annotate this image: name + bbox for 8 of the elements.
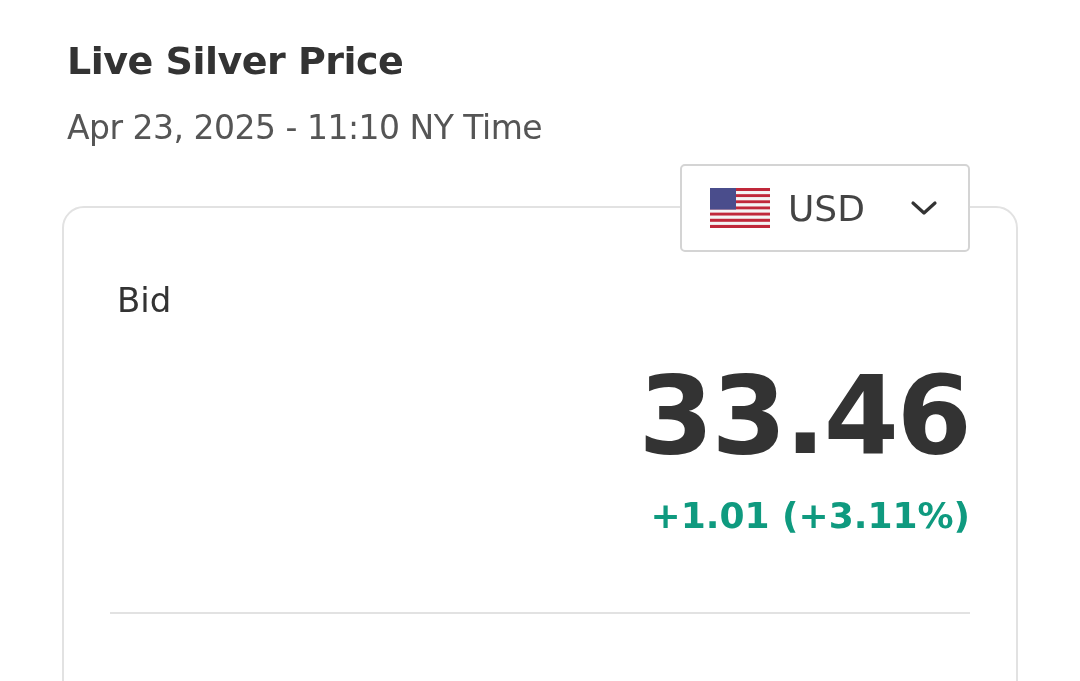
page-title: Live Silver Price: [67, 38, 405, 85]
currency-dropdown[interactable]: USD: [680, 164, 970, 252]
flag-icon: [710, 188, 770, 228]
bid-price: 33.46: [637, 356, 970, 476]
bid-label: Bid: [116, 279, 173, 322]
timestamp: Apr 23, 2025 - 11:10 NY Time: [67, 107, 544, 149]
price-change: +1.01 (+3.11%): [649, 494, 970, 538]
chevron-down-icon: [910, 200, 938, 216]
